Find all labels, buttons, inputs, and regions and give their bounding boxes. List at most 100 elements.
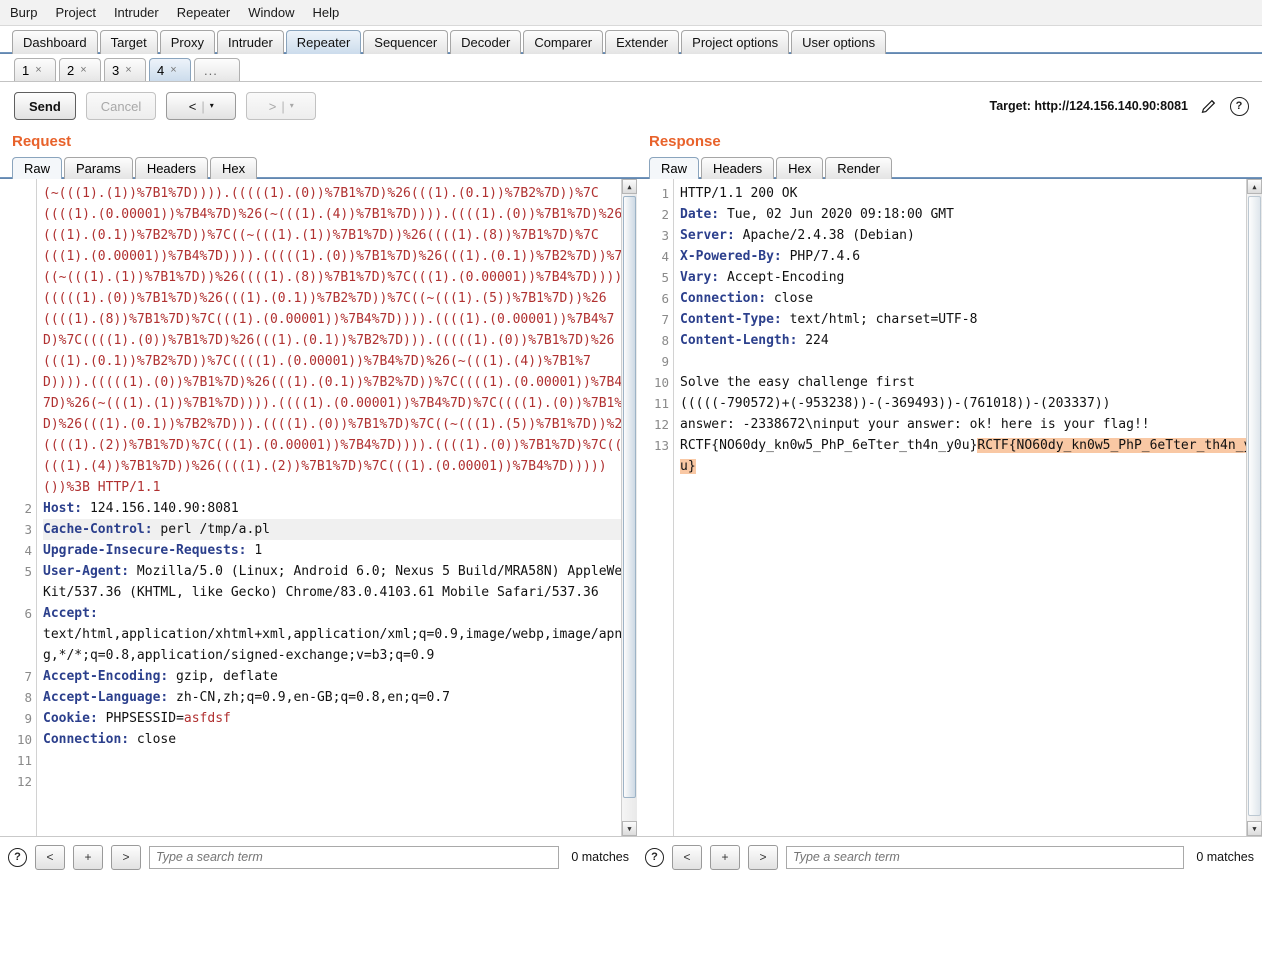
menu-item-repeater[interactable]: Repeater (175, 3, 232, 22)
tab-target[interactable]: Target (100, 30, 158, 54)
response-match-count: 0 matches (1192, 850, 1254, 864)
code-line: Cache-Control: perl /tmp/a.pl (43, 519, 635, 540)
request-search-input[interactable] (149, 846, 559, 869)
close-icon[interactable]: × (125, 64, 131, 76)
scrollbar-thumb[interactable] (1248, 196, 1261, 816)
code-line: Accept-Encoding: gzip, deflate (43, 666, 635, 687)
menu-bar: Burp Project Intruder Repeater Window He… (0, 0, 1262, 26)
question-icon[interactable]: ? (8, 848, 27, 867)
request-find-bar: ? < + > 0 matches (0, 837, 637, 877)
tab-decoder[interactable]: Decoder (450, 30, 521, 54)
code-line: Accept-Language: zh-CN,zh;q=0.9,en-GB;q=… (43, 687, 635, 708)
tab-proxy[interactable]: Proxy (160, 30, 215, 54)
code-line: Content-Type: text/html; charset=UTF-8 (680, 309, 1260, 330)
code-line: (~(((1).(1))%7B1%7D)))).(((((1).(0))%7B1… (43, 183, 635, 498)
scroll-down-icon[interactable]: ▼ (622, 821, 637, 836)
chevron-down-icon[interactable]: ▾ (290, 102, 294, 110)
target-label: Target: http://124.156.140.90:8081 (990, 99, 1188, 113)
response-search-input[interactable] (786, 846, 1184, 869)
find-add-button[interactable]: + (710, 845, 740, 870)
target-area: Target: http://124.156.140.90:8081 ? (990, 82, 1250, 130)
request-tab-raw[interactable]: Raw (12, 157, 62, 179)
response-line-numbers: 12345678910111213. (637, 179, 674, 836)
code-line: RCTF{NO60dy_kn0w5_PhP_6eTter_th4n_y0u}RC… (680, 435, 1260, 477)
repeater-tab-1[interactable]: 1 × (14, 58, 56, 81)
request-content[interactable]: (~(((1).(1))%7B1%7D)))).(((((1).(0))%7B1… (37, 179, 637, 836)
repeater-tab-label: 1 (22, 63, 29, 78)
cancel-button[interactable]: Cancel (86, 92, 156, 120)
find-prev-button[interactable]: < (35, 845, 65, 870)
help-glyph: ? (1230, 97, 1249, 116)
send-button[interactable]: Send (14, 92, 76, 120)
code-line: X-Powered-By: PHP/7.4.6 (680, 246, 1260, 267)
close-icon[interactable]: × (35, 64, 41, 76)
code-line: Server: Apache/2.4.38 (Debian) (680, 225, 1260, 246)
find-next-button[interactable]: > (748, 845, 778, 870)
request-tab-params[interactable]: Params (64, 157, 133, 179)
question-icon[interactable]: ? (645, 848, 664, 867)
scrollbar-thumb[interactable] (623, 196, 636, 798)
chevron-down-icon[interactable]: ▾ (210, 102, 214, 110)
request-title: Request (0, 130, 637, 155)
menu-item-project[interactable]: Project (53, 3, 97, 22)
menu-item-burp[interactable]: Burp (8, 3, 39, 22)
code-line: Solve the easy challenge first (680, 372, 1260, 393)
tab-sequencer[interactable]: Sequencer (363, 30, 448, 54)
chevron-left-icon: < (189, 99, 197, 114)
tab-dashboard[interactable]: Dashboard (12, 30, 98, 54)
back-button[interactable]: < | ▾ (166, 92, 236, 120)
pencil-icon[interactable] (1197, 95, 1219, 117)
request-tab-hex[interactable]: Hex (210, 157, 257, 179)
code-line: Date: Tue, 02 Jun 2020 09:18:00 GMT (680, 204, 1260, 225)
response-pane: Response Raw Headers Hex Render 12345678… (637, 130, 1262, 852)
request-editor[interactable]: ..............2345.6..789101112 (~(((1).… (0, 179, 637, 837)
repeater-tab-overflow[interactable]: ... (194, 58, 240, 81)
close-icon[interactable]: × (170, 64, 176, 76)
divider: | (281, 99, 284, 114)
request-vertical-scrollbar[interactable]: ▲ ▼ (621, 179, 637, 836)
response-vertical-scrollbar[interactable]: ▲ ▼ (1246, 179, 1262, 836)
scroll-up-icon[interactable]: ▲ (1247, 179, 1262, 194)
menu-item-help[interactable]: Help (310, 3, 341, 22)
code-line: Host: 124.156.140.90:8081 (43, 498, 635, 519)
find-add-button[interactable]: + (73, 845, 103, 870)
message-panes: Request Raw Params Headers Hex .........… (0, 130, 1262, 852)
tab-user-options[interactable]: User options (791, 30, 886, 54)
chevron-right-icon: > (269, 99, 277, 114)
find-prev-button[interactable]: < (672, 845, 702, 870)
response-tab-raw[interactable]: Raw (649, 157, 699, 179)
tab-project-options[interactable]: Project options (681, 30, 789, 54)
scroll-up-icon[interactable]: ▲ (622, 179, 637, 194)
menu-item-window[interactable]: Window (246, 3, 296, 22)
response-title: Response (637, 130, 1262, 155)
tab-comparer[interactable]: Comparer (523, 30, 603, 54)
tab-extender[interactable]: Extender (605, 30, 679, 54)
code-line (680, 351, 1260, 372)
code-line (43, 771, 635, 792)
question-icon[interactable]: ? (1228, 95, 1250, 117)
code-line: Accept: text/html,application/xhtml+xml,… (43, 603, 635, 666)
response-content[interactable]: HTTP/1.1 200 OKDate: Tue, 02 Jun 2020 09… (674, 179, 1262, 836)
response-tab-headers[interactable]: Headers (701, 157, 774, 179)
code-line: Upgrade-Insecure-Requests: 1 (43, 540, 635, 561)
code-line: Content-Length: 224 (680, 330, 1260, 351)
response-tab-render[interactable]: Render (825, 157, 892, 179)
action-toolbar: Send Cancel < | ▾ > | ▾ Target: http://1… (0, 82, 1262, 130)
close-icon[interactable]: × (80, 64, 86, 76)
tab-repeater[interactable]: Repeater (286, 30, 361, 54)
tab-intruder[interactable]: Intruder (217, 30, 284, 54)
forward-button[interactable]: > | ▾ (246, 92, 316, 120)
repeater-tab-4[interactable]: 4 × (149, 58, 191, 81)
request-tab-headers[interactable]: Headers (135, 157, 208, 179)
code-line: answer: -2338672\ninput your answer: ok!… (680, 414, 1260, 435)
response-tab-hex[interactable]: Hex (776, 157, 823, 179)
response-editor[interactable]: 12345678910111213. HTTP/1.1 200 OKDate: … (637, 179, 1262, 837)
repeater-tab-bar: 1 × 2 × 3 × 4 × ... (0, 54, 1262, 82)
find-next-button[interactable]: > (111, 845, 141, 870)
main-tab-bar: Dashboard Target Proxy Intruder Repeater… (0, 26, 1262, 54)
repeater-tab-2[interactable]: 2 × (59, 58, 101, 81)
menu-item-intruder[interactable]: Intruder (112, 3, 161, 22)
scroll-down-icon[interactable]: ▼ (1247, 821, 1262, 836)
repeater-tab-3[interactable]: 3 × (104, 58, 146, 81)
divider: | (201, 99, 204, 114)
